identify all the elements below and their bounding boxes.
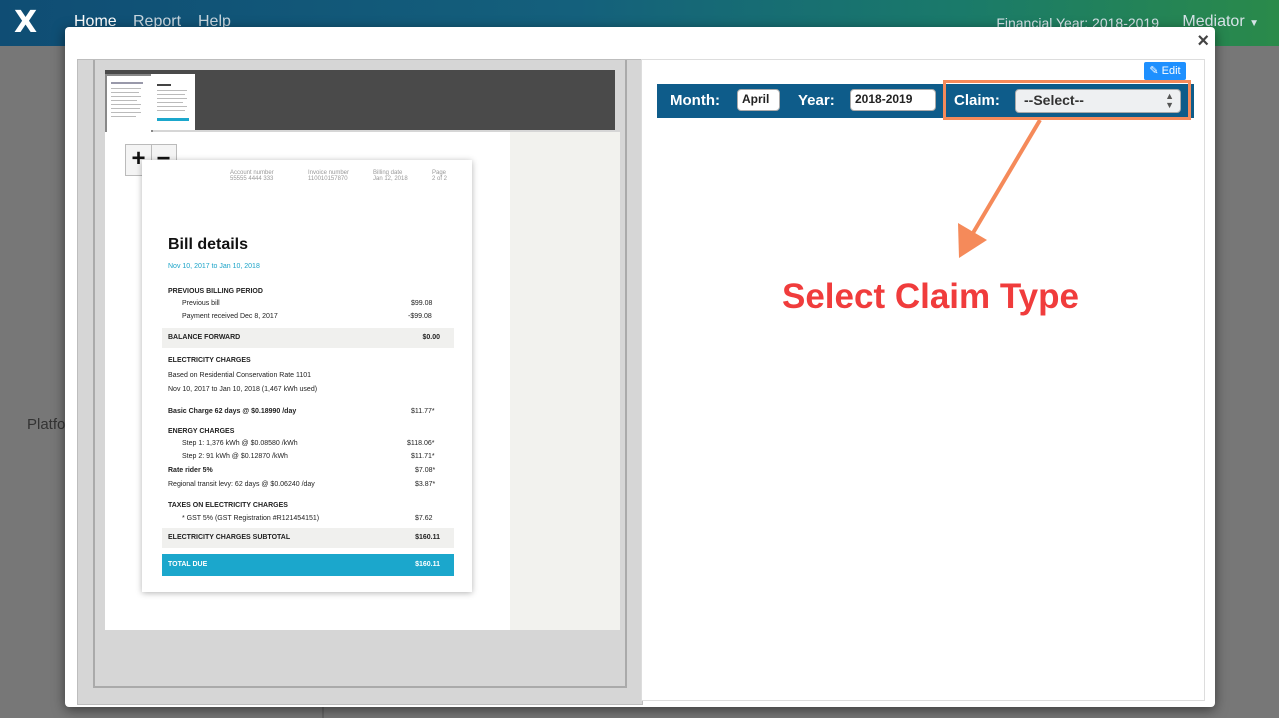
- section-heading: ELECTRICITY CHARGES: [168, 357, 251, 364]
- row-amount: $160.11: [415, 534, 440, 541]
- line-amount: $7.08*: [415, 467, 436, 474]
- claim-form-pane: ✎ Edit Month: April Year: 2018-2019 Clai…: [641, 59, 1205, 701]
- section-heading: TAXES ON ELECTRICITY CHARGES: [168, 502, 288, 509]
- caret-down-icon: ▼: [1249, 18, 1259, 29]
- thumbnail-strip: [105, 70, 615, 134]
- viewer-frame: + − Account number 55555 4444 333 Invoice…: [93, 60, 627, 688]
- row-label: ELECTRICITY CHARGES SUBTOTAL: [168, 534, 291, 541]
- account-number-field: Account number 55555 4444 333: [230, 170, 274, 182]
- total-due-row: TOTAL DUE $160.11: [162, 554, 454, 576]
- line-amount: $7.62: [415, 515, 433, 522]
- line-item: Step 1: 1,376 kWh @ $0.08580 /kWh $118.06…: [182, 440, 435, 447]
- line-item: Step 2: 91 kWh @ $0.12870 /kWh $11.71*: [182, 453, 435, 460]
- section-heading: ENERGY CHARGES: [168, 428, 235, 435]
- row-amount: $0.00: [422, 334, 440, 341]
- line-item: Basic Charge 62 days @ $0.18990 /day $11.…: [168, 408, 435, 415]
- page-thumbnail-graphic: [111, 82, 143, 117]
- usage-line: Nov 10, 2017 to Jan 10, 2018 (1,467 kWh …: [168, 386, 318, 393]
- document-viewer-pane: + − Account number 55555 4444 333 Invoice…: [77, 59, 643, 705]
- canvas-margin: [510, 132, 620, 630]
- field-value: 55555 4444 333: [230, 176, 274, 182]
- subtotal-row: ELECTRICITY CHARGES SUBTOTAL $160.11: [162, 528, 454, 548]
- line-item: Rate rider 5% $7.08*: [168, 467, 435, 474]
- close-icon[interactable]: ×: [1197, 31, 1209, 51]
- line-amount: $11.77*: [411, 408, 435, 415]
- line-label: * GST 5% (GST Registration #R121454151): [182, 515, 320, 522]
- page-thumbnail-graphic: [157, 84, 189, 121]
- line-amount: $3.87*: [415, 481, 436, 488]
- billing-date-field: Billing date Jan 12, 2018: [373, 170, 408, 182]
- field-value: 2 of 2: [432, 176, 448, 182]
- page-thumbnail-2[interactable]: [151, 74, 195, 130]
- page-number-field: Page 2 of 2: [432, 170, 447, 182]
- page-thumbnail-1[interactable]: [105, 74, 153, 134]
- row-amount: $160.11: [415, 561, 440, 568]
- line-label: Previous bill: [182, 300, 220, 307]
- document-modal: × + − Account number 55555 4444 333 Invo…: [65, 27, 1215, 707]
- balance-forward-row: BALANCE FORWARD $0.00: [162, 328, 454, 348]
- field-value: Jan 12, 2018: [373, 176, 408, 182]
- select-claim-callout: Select Claim Type: [782, 277, 1079, 316]
- line-label: Rate rider 5%: [168, 467, 213, 474]
- invoice-number-field: Invoice number 110010157870: [308, 170, 349, 182]
- line-item: * GST 5% (GST Registration #R121454151) $…: [182, 515, 433, 522]
- line-item: Regional transit levy: 62 days @ $0.0624…: [168, 481, 435, 488]
- rate-line: Based on Residential Conservation Rate 1…: [168, 372, 312, 379]
- bill-page: Account number 55555 4444 333 Invoice num…: [142, 160, 472, 592]
- section-heading: PREVIOUS BILLING PERIOD: [168, 288, 263, 295]
- bill-title: Bill details: [168, 236, 249, 253]
- line-amount: $99.08: [411, 300, 433, 307]
- line-amount: -$99.08: [408, 313, 432, 320]
- app-logo[interactable]: X: [14, 8, 48, 38]
- line-item: Payment received Dec 8, 2017 -$99.08: [182, 313, 432, 320]
- bill-period: Nov 10, 2017 to Jan 10, 2018: [168, 263, 260, 270]
- row-label: TOTAL DUE: [168, 561, 208, 568]
- document-canvas: + − Account number 55555 4444 333 Invoice…: [105, 132, 620, 630]
- line-label: Payment received Dec 8, 2017: [182, 313, 278, 320]
- field-value: 110010157870: [308, 176, 348, 182]
- background-text: Platfo: [27, 416, 66, 433]
- line-label: Step 2: 91 kWh @ $0.12870 /kWh: [182, 453, 288, 460]
- callout-arrow: [958, 118, 1042, 258]
- line-label: Basic Charge 62 days @ $0.18990 /day: [168, 408, 297, 415]
- row-label: BALANCE FORWARD: [168, 334, 241, 341]
- line-amount: $11.71*: [411, 453, 435, 460]
- line-label: Regional transit levy: 62 days @ $0.0624…: [168, 481, 315, 488]
- line-label: Step 1: 1,376 kWh @ $0.08580 /kWh: [182, 440, 298, 447]
- line-item: Previous bill $99.08: [182, 300, 432, 307]
- line-amount: $118.06*: [407, 440, 435, 447]
